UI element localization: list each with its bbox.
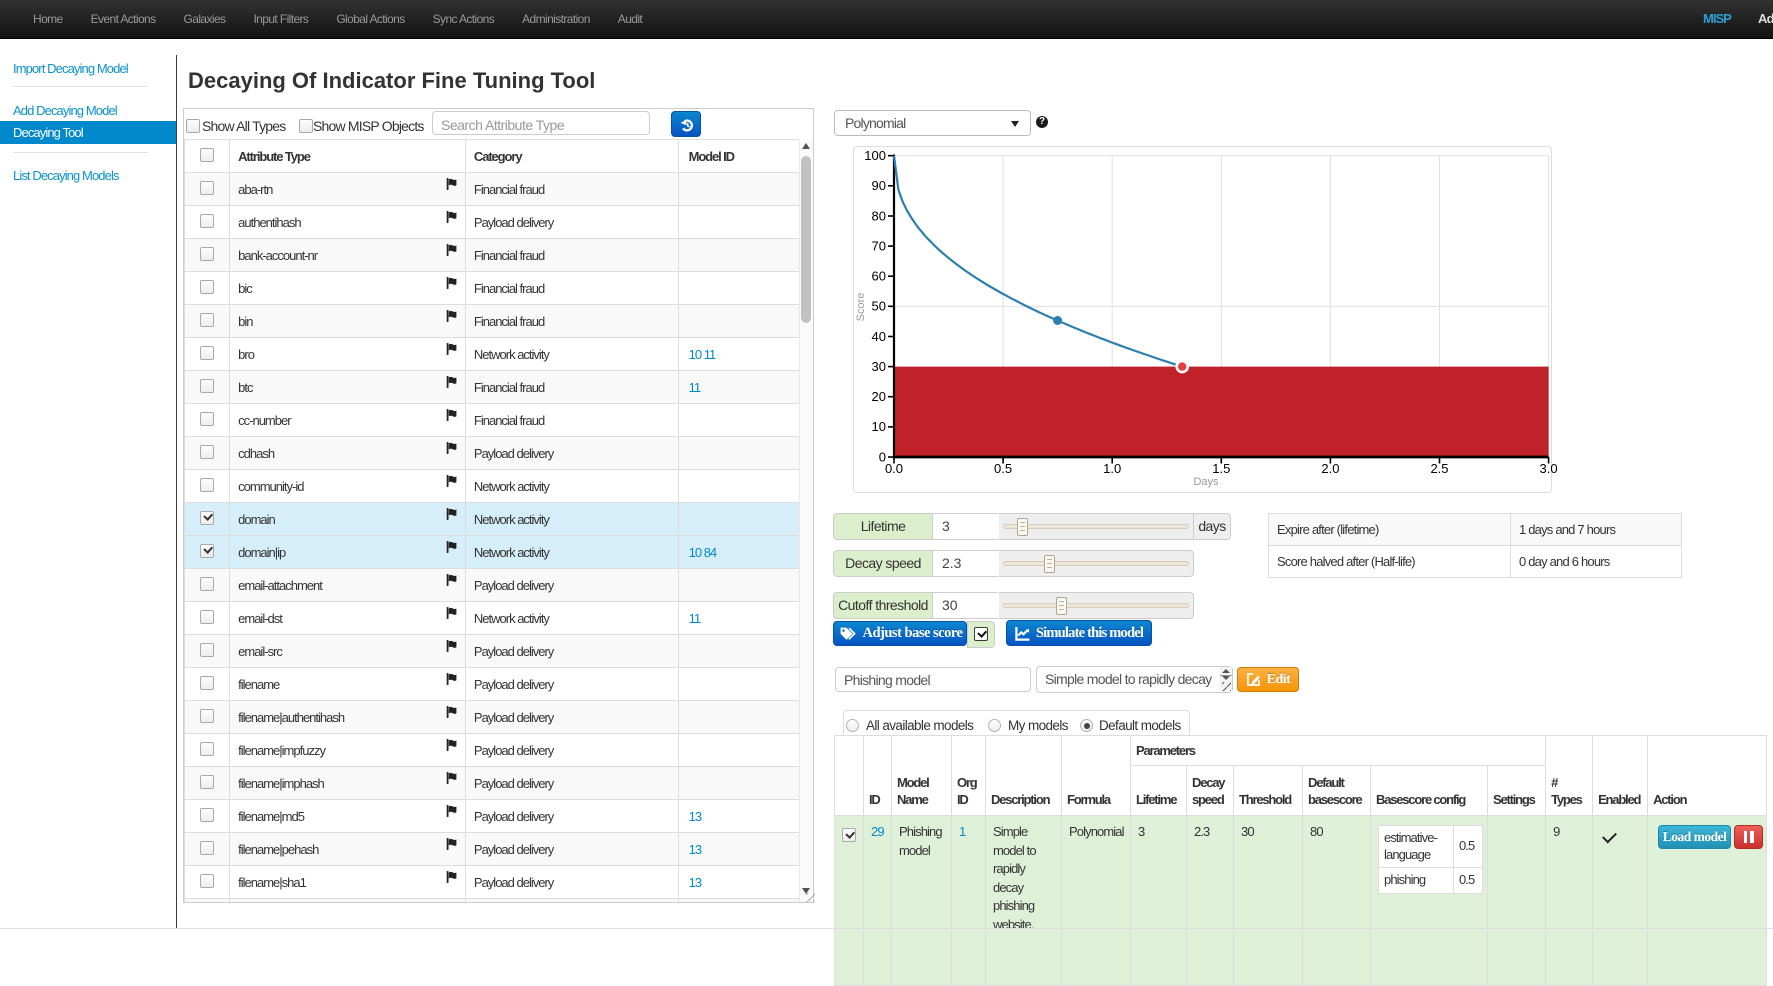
svg-text:Days: Days: [1193, 476, 1219, 488]
svg-text:40: 40: [872, 329, 886, 344]
svg-text:60: 60: [872, 269, 886, 284]
svg-text:10: 10: [872, 419, 886, 434]
svg-text:50: 50: [872, 299, 886, 314]
svg-text:2.5: 2.5: [1430, 461, 1448, 476]
svg-text:100: 100: [864, 148, 886, 163]
svg-text:80: 80: [872, 208, 886, 223]
svg-text:1.5: 1.5: [1212, 461, 1230, 476]
svg-text:90: 90: [872, 178, 886, 193]
svg-text:2.0: 2.0: [1321, 461, 1339, 476]
svg-text:20: 20: [872, 389, 886, 404]
svg-text:0.5: 0.5: [994, 461, 1012, 476]
svg-text:Score: Score: [855, 293, 867, 322]
svg-text:70: 70: [872, 238, 886, 253]
svg-text:1.0: 1.0: [1103, 461, 1121, 476]
svg-text:0.0: 0.0: [885, 461, 903, 476]
svg-text:30: 30: [872, 359, 886, 374]
svg-text:3.0: 3.0: [1540, 461, 1558, 476]
